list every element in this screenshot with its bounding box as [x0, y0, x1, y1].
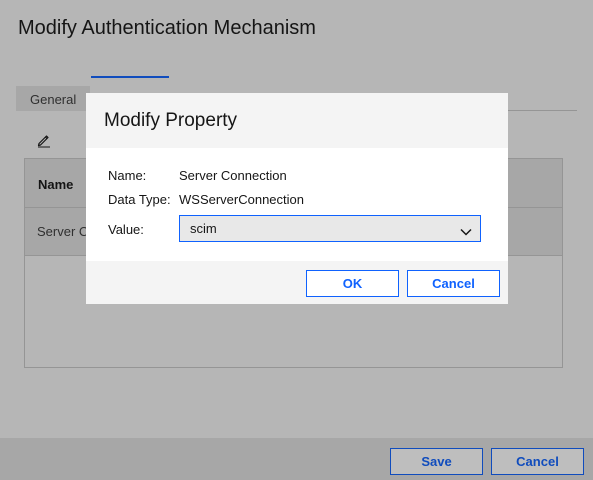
modal-cancel-button[interactable]: Cancel: [407, 270, 500, 297]
modify-property-modal: Modify Property Name: Server Connection …: [86, 93, 508, 304]
data-type-label: Data Type:: [108, 192, 171, 207]
modal-footer: OK Cancel: [86, 261, 508, 304]
name-value: Server Connection: [179, 168, 287, 183]
value-select[interactable]: scim: [179, 215, 481, 242]
value-label: Value:: [108, 222, 144, 237]
chevron-down-icon: [460, 224, 472, 236]
name-label: Name:: [108, 168, 147, 183]
modal-title: Modify Property: [86, 93, 508, 148]
modal-body: Name: Server Connection Data Type: WSSer…: [86, 148, 508, 261]
ok-button[interactable]: OK: [306, 270, 399, 297]
data-type-value: WSServerConnection: [179, 192, 304, 207]
value-select-text: scim: [190, 221, 217, 236]
